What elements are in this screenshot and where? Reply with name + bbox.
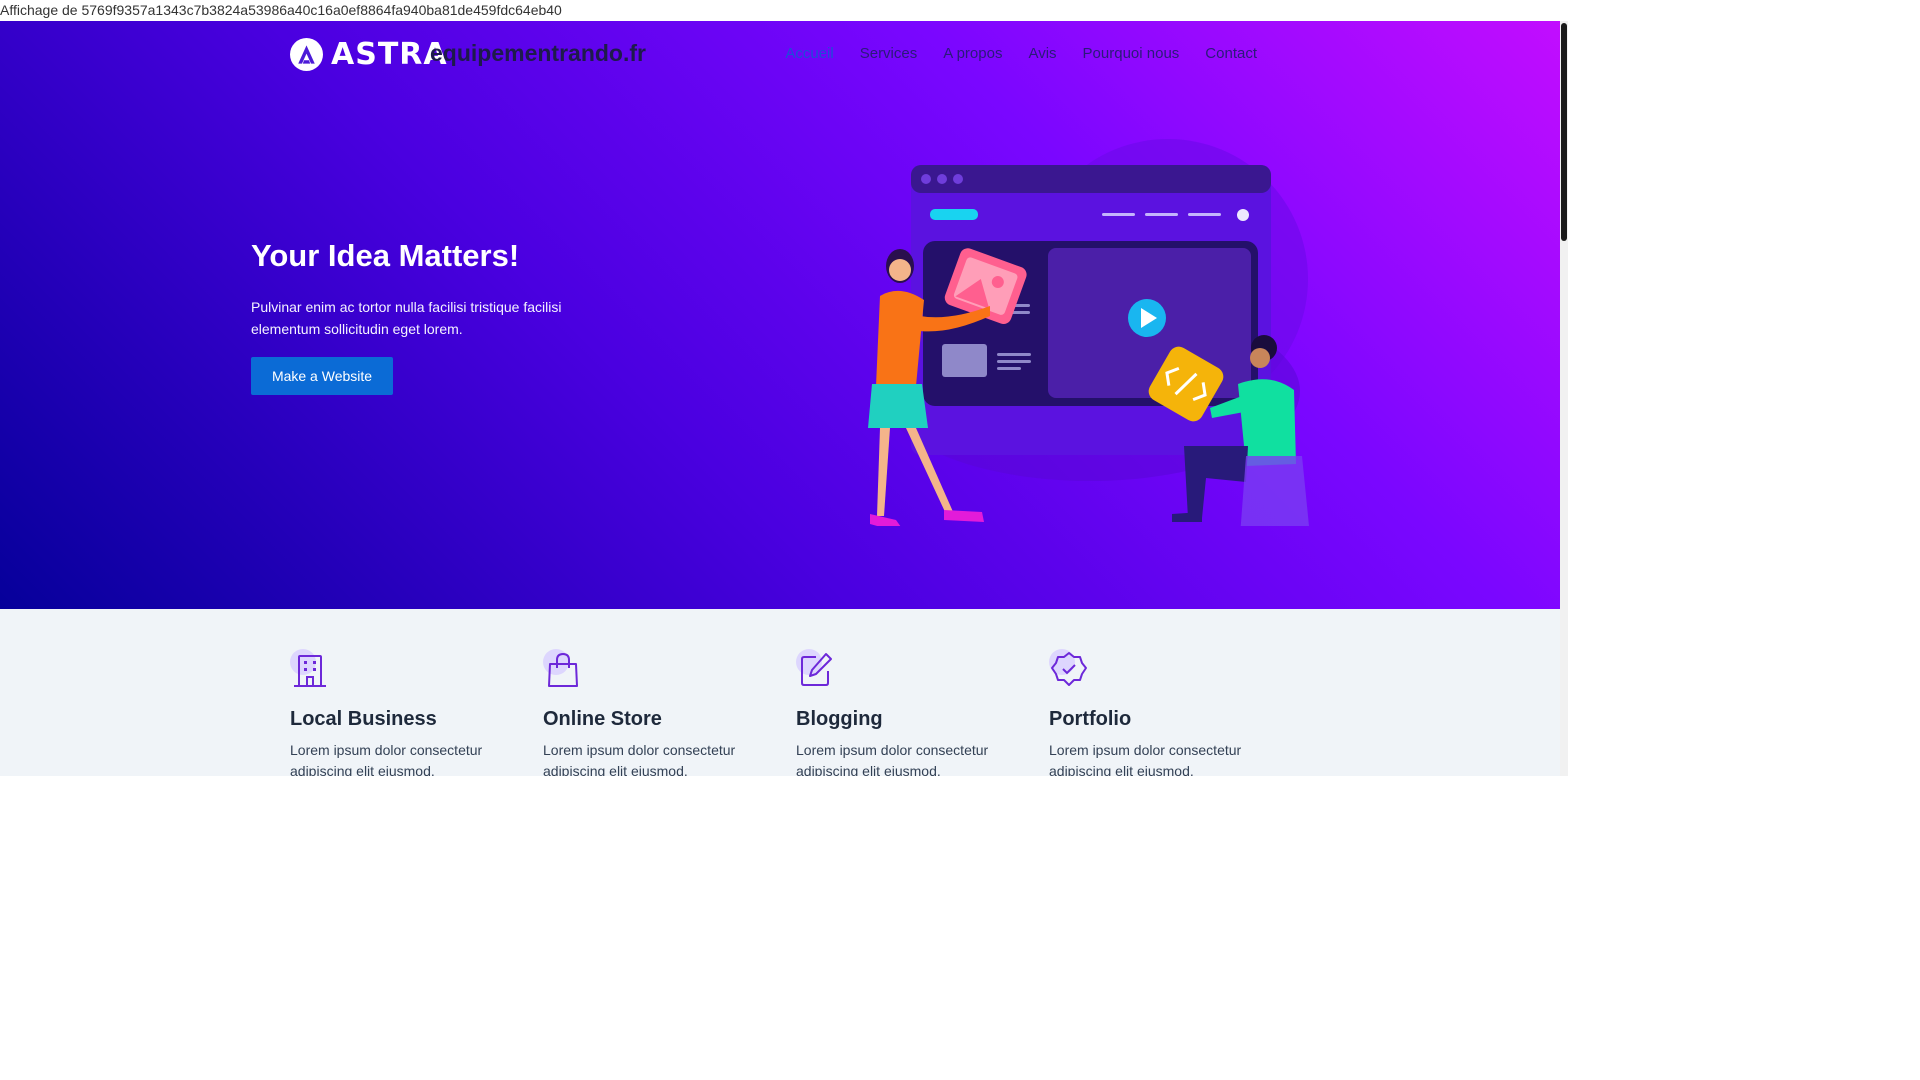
- shopping-bag-icon: [543, 649, 578, 687]
- nav-avis[interactable]: Avis: [1028, 45, 1056, 62]
- nav-accueil[interactable]: Accueil: [785, 45, 833, 62]
- feature-description: Lorem ipsum dolor consectetur adipiscing…: [1049, 742, 1242, 776]
- nav-contact[interactable]: Contact: [1205, 45, 1257, 62]
- feature-portfolio: Portfolio Lorem ipsum dolor consectetur …: [1049, 649, 1269, 776]
- nav-pourquoi-nous[interactable]: Pourquoi nous: [1083, 45, 1180, 62]
- feature-description: Lorem ipsum dolor consectetur adipiscing…: [796, 742, 989, 776]
- hero-title: Your Idea Matters!: [251, 238, 520, 273]
- hero-description: Pulvinar enim ac tortor nulla facilisi t…: [251, 299, 562, 337]
- feature-title: Local Business: [290, 708, 437, 730]
- astra-logo[interactable]: ASTRA: [290, 37, 448, 72]
- site-title[interactable]: equipementrando.fr: [430, 40, 646, 67]
- hero-section: ASTRA equipementrando.fr Accueil Service…: [0, 21, 1560, 609]
- astra-logo-icon: [290, 38, 323, 71]
- building-icon: [290, 649, 326, 687]
- hero-illustration: [868, 139, 1309, 526]
- feature-online-store: Online Store Lorem ipsum dolor consectet…: [543, 649, 763, 776]
- page: ASTRA equipementrando.fr Accueil Service…: [0, 21, 1560, 776]
- feature-title: Blogging: [796, 708, 883, 730]
- feature-description: Lorem ipsum dolor consectetur adipiscing…: [290, 742, 483, 776]
- hero-text: Your Idea Matters! Pulvinar enim ac tort…: [251, 237, 581, 340]
- main-nav: Accueil Services A propos Avis Pourquoi …: [785, 45, 1257, 62]
- badge-check-icon: [1049, 649, 1087, 686]
- scrollbar-thumb[interactable]: [1561, 23, 1567, 241]
- make-website-button[interactable]: Make a Website: [251, 357, 393, 395]
- window-caption: Affichage de 5769f9357a1343c7b3824a53986…: [0, 2, 562, 18]
- feature-blogging: Blogging Lorem ipsum dolor consectetur a…: [796, 649, 1016, 776]
- site-header: ASTRA equipementrando.fr Accueil Service…: [0, 21, 1560, 87]
- edit-icon: [796, 649, 832, 686]
- features-section: Local Business Lorem ipsum dolor consect…: [0, 609, 1560, 776]
- vertical-scrollbar[interactable]: [1560, 21, 1568, 776]
- feature-title: Portfolio: [1049, 708, 1132, 730]
- feature-local-business: Local Business Lorem ipsum dolor consect…: [290, 649, 510, 776]
- feature-description: Lorem ipsum dolor consectetur adipiscing…: [543, 742, 736, 776]
- nav-a-propos[interactable]: A propos: [943, 45, 1002, 62]
- nav-services[interactable]: Services: [860, 45, 918, 62]
- feature-title: Online Store: [543, 708, 662, 730]
